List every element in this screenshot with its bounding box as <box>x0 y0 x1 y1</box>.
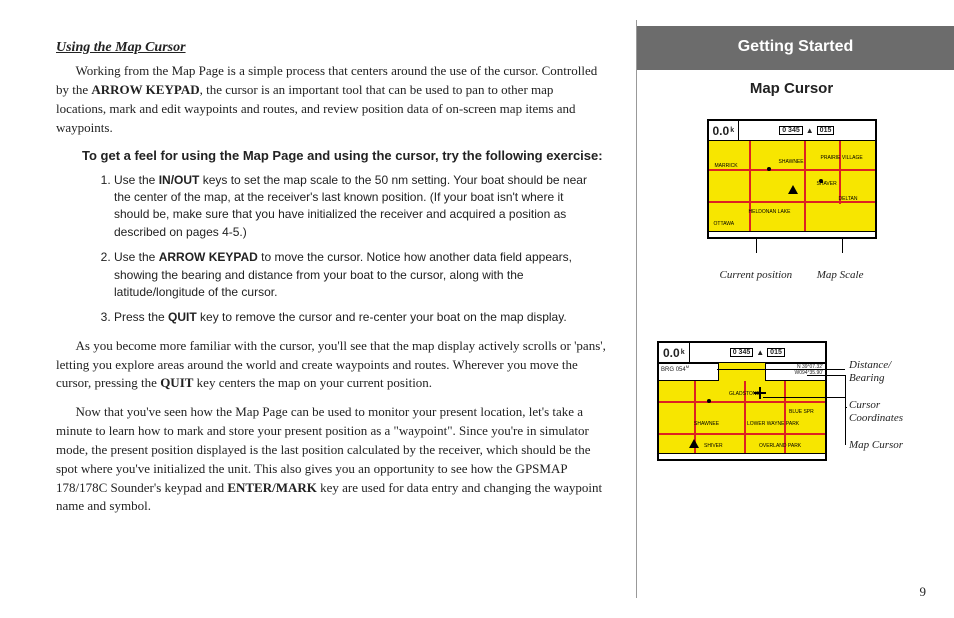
caption-leaders <box>692 239 892 263</box>
leader-line <box>763 397 845 398</box>
boat-icon <box>689 439 699 448</box>
map-top-bar: 0.0k 0 345 ▲ 015 <box>659 343 825 363</box>
figure-1-captions: Current position Map Scale <box>720 269 864 281</box>
annot-cursor-coordinates: Cursor Coordinates <box>849 399 903 425</box>
boat-icon <box>788 185 798 194</box>
pointer-icon: ▲ <box>806 126 814 135</box>
exercise-lead: To get a feel for using the Map Page and… <box>82 147 606 165</box>
map-body: GLADSTONE SHAWNEE LOWER WAYNE PARK BLUE … <box>659 381 825 453</box>
key-bold: QUIT <box>168 310 197 324</box>
step-2: Use the ARROW KEYPAD to move the cursor.… <box>114 249 606 301</box>
key-bold: QUIT <box>160 375 193 390</box>
paragraph-intro: Working from the Map Page is a simple pr… <box>56 62 606 137</box>
pointer-icon: ▲ <box>756 348 764 357</box>
text: Use the <box>114 250 159 264</box>
keypad-bold: ARROW KEYPAD <box>91 82 199 97</box>
map-screenshot-2: 0.0k 0 345 ▲ 015 BRG 054M N 39°07.32' W0… <box>657 341 827 461</box>
map-bottom-bar <box>659 453 825 459</box>
step-1: Use the IN/OUT keys to set the map scale… <box>114 172 606 242</box>
speed-readout: 0.0k <box>709 121 740 140</box>
annot-distance-bearing: Distance/ Bearing <box>849 359 891 385</box>
heading-badge: 0 345 <box>730 348 754 357</box>
section-subhead: Map Cursor <box>657 80 926 97</box>
caption-map-scale: Map Scale <box>817 269 864 281</box>
heading-badge: 0 345 <box>779 126 803 135</box>
leader-line <box>717 369 845 370</box>
map-screenshot-1: 0.0k 0 345 ▲ 015 MARRICK SH <box>707 119 877 239</box>
page: Using the Map Cursor Working from the Ma… <box>0 0 954 618</box>
main-content: Using the Map Cursor Working from the Ma… <box>0 0 636 618</box>
speed-readout: 0.0k <box>659 343 690 362</box>
coords-box: N 39°07.32' W094°35.90' <box>765 363 825 381</box>
figure-1: 0.0k 0 345 ▲ 015 MARRICK SH <box>692 119 892 281</box>
bearing-box: BRG 054M <box>659 363 719 381</box>
heading-badge: 015 <box>817 126 835 135</box>
brg-value: 054 <box>676 367 686 373</box>
brg-label: BRG <box>661 367 674 373</box>
page-number: 9 <box>920 584 927 600</box>
step-3: Press the QUIT key to remove the cursor … <box>114 309 606 326</box>
leader-line <box>807 375 845 376</box>
speed-unit: k <box>681 349 685 356</box>
key-bold: ENTER/MARK <box>227 480 317 495</box>
section-title: Using the Map Cursor <box>56 40 606 56</box>
heading-badge: 015 <box>767 348 785 357</box>
speed-value: 0.0 <box>713 124 730 138</box>
key-bold: ARROW KEYPAD <box>159 250 258 264</box>
text: key to remove the cursor and re-center y… <box>197 310 567 324</box>
map-body: MARRICK SHAWNEE PRAIRIE VILLAGE SHAVER D… <box>709 141 875 231</box>
figure-2: 0.0k 0 345 ▲ 015 BRG 054M N 39°07.32' W0… <box>657 341 927 461</box>
map-top-bar: 0.0k 0 345 ▲ 015 <box>709 121 875 141</box>
annot-map-cursor: Map Cursor <box>849 439 903 452</box>
heading-strip: 0 345 ▲ 015 <box>739 126 874 135</box>
sidebar: Getting Started Map Cursor 0.0k 0 345 ▲ … <box>637 0 954 618</box>
section-header: Getting Started <box>637 26 954 70</box>
paragraph-waypoint: Now that you've seen how the Map Page ca… <box>56 403 606 516</box>
exercise-steps: Use the IN/OUT keys to set the map scale… <box>114 172 606 327</box>
speed-value: 0.0 <box>663 346 680 360</box>
text: Use the <box>114 173 159 187</box>
map-bottom-bar <box>709 231 875 237</box>
text: key centers the map on your current posi… <box>193 375 432 390</box>
caption-current-position: Current position <box>720 269 793 281</box>
key-bold: IN/OUT <box>159 173 200 187</box>
speed-unit: k <box>730 127 734 134</box>
paragraph-pans: As you become more familiar with the cur… <box>56 337 606 394</box>
text: Press the <box>114 310 168 324</box>
heading-strip: 0 345 ▲ 015 <box>690 348 825 357</box>
